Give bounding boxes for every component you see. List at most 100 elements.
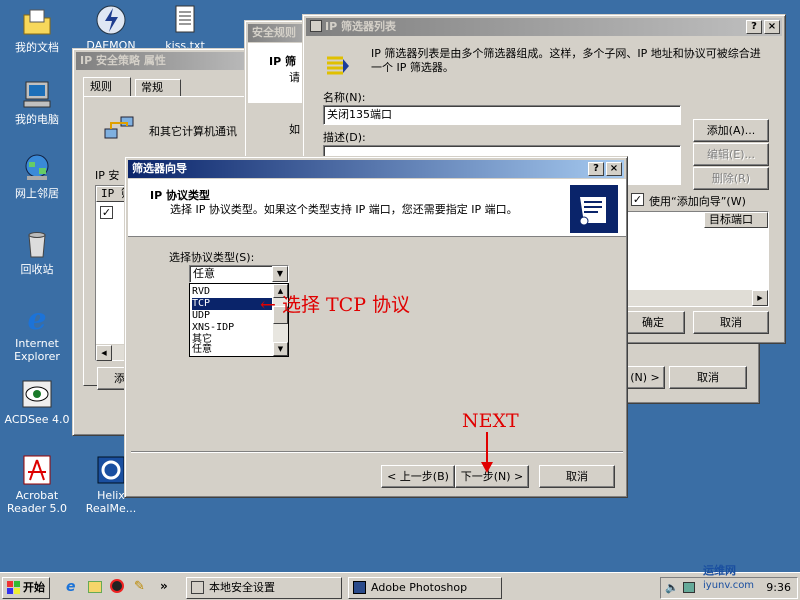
hidden-next-button[interactable]: (N) > bbox=[625, 366, 665, 389]
desktop-icon-ie[interactable]: e Internet Explorer bbox=[0, 302, 74, 363]
filter-wizard-window: 筛选器向导 ? × IP 协议类型 选择 IP 协议类型。如果这个类型支持 IP… bbox=[124, 156, 628, 498]
scroll-down-icon[interactable]: ▼ bbox=[273, 342, 288, 356]
task-label: 本地安全设置 bbox=[209, 581, 275, 594]
protocol-type-label: 选择协议类型(S): bbox=[169, 251, 255, 264]
policy-description: 和其它计算机通讯 bbox=[149, 125, 237, 138]
protocol-option[interactable]: XNS-IDP bbox=[192, 322, 272, 334]
watermark-url: iyunv.com bbox=[703, 580, 755, 591]
filter-list-description: IP 筛选器列表是由多个筛选器组成。这样，多个子网、IP 地址和协议可被综合进一… bbox=[371, 47, 761, 74]
security-settings-icon bbox=[191, 581, 204, 594]
desktop-icon-my-computer[interactable]: 我的电脑 bbox=[0, 78, 74, 126]
wizard-separator bbox=[131, 451, 623, 453]
filter-list-help-button[interactable]: ? bbox=[746, 20, 762, 34]
filter-add-button[interactable]: 添加(A)... bbox=[693, 119, 769, 142]
task-photoshop[interactable]: Adobe Photoshop bbox=[348, 577, 502, 599]
acrobat-icon bbox=[23, 455, 51, 485]
next-annotation: NEXT bbox=[462, 410, 519, 432]
protocol-selected-value: 任意 bbox=[193, 267, 215, 280]
description-label: 描述(D): bbox=[323, 131, 366, 144]
pencil-quicklaunch-icon[interactable]: ✎ bbox=[134, 579, 145, 594]
desktop-icon-label: ACDSee 4.0 bbox=[4, 413, 70, 426]
network-tray-icon[interactable] bbox=[683, 582, 695, 593]
filter-list-cancel-button[interactable]: 取消 bbox=[693, 311, 769, 334]
windows-logo-icon bbox=[7, 581, 20, 594]
desktop-icon-label: Internet Explorer bbox=[14, 337, 60, 363]
start-label: 开始 bbox=[23, 581, 45, 594]
wizard-scroll-icon bbox=[570, 185, 618, 233]
taskbar: 开始 e ✎ » 本地安全设置 Adobe Photoshop 🔈 运维网 iy… bbox=[0, 564, 800, 600]
desktop-icon-kiss-txt[interactable]: kiss.txt bbox=[148, 4, 222, 52]
wizard-back-button[interactable]: < 上一步(B) bbox=[381, 465, 455, 488]
wizard-titlebar: 筛选器向导 ? × bbox=[128, 160, 624, 178]
network-places-icon bbox=[25, 154, 49, 180]
my-computer-icon bbox=[23, 81, 51, 108]
filter-edit-button[interactable]: 编辑(E)... bbox=[693, 143, 769, 166]
policy-list-label: IP 安 bbox=[95, 169, 120, 182]
watermark-text: 运维网 bbox=[703, 564, 736, 577]
target-port-column: 目标端口 bbox=[704, 212, 768, 228]
desktop-icon-label: 我的电脑 bbox=[15, 113, 59, 126]
filter-table-hscroll[interactable]: ▶ bbox=[624, 290, 768, 306]
wizard-header-title: IP 协议类型 bbox=[150, 189, 210, 202]
window-icon bbox=[310, 20, 322, 32]
volume-icon[interactable]: 🔈 bbox=[665, 581, 679, 594]
desktop-icon-acdsee[interactable]: ACDSee 4.0 bbox=[0, 378, 74, 426]
desktop-icon-label: 回收站 bbox=[20, 263, 54, 276]
task-label: Adobe Photoshop bbox=[371, 581, 468, 594]
security-rule-line: 请 bbox=[289, 71, 300, 84]
desktop-icon-label: 我的文档 bbox=[15, 41, 59, 54]
tab-general[interactable]: 常规 bbox=[135, 79, 181, 97]
desktop-icon-label: Acrobat Reader 5.0 bbox=[7, 489, 67, 515]
desktop-icon-my-documents[interactable]: 我的文档 bbox=[0, 6, 74, 54]
helix-real-icon bbox=[97, 456, 125, 484]
policy-rule-checkbox[interactable]: ✓ bbox=[100, 206, 113, 219]
filter-delete-button[interactable]: 删除(R) bbox=[693, 167, 769, 190]
filter-list-ok-button[interactable]: 确定 bbox=[621, 311, 685, 334]
next-arrow-icon bbox=[481, 432, 493, 473]
tcp-annotation: ← 选择 TCP 协议 bbox=[260, 294, 411, 316]
acdsee-icon bbox=[22, 380, 52, 408]
security-rule-line2: 如 bbox=[289, 123, 300, 136]
quicklaunch: e ✎ » bbox=[62, 579, 182, 597]
hidden-cancel-button[interactable]: 取消 bbox=[669, 366, 747, 389]
scroll-left-icon: ◀ bbox=[96, 345, 112, 361]
internet-explorer-icon: e bbox=[27, 302, 46, 334]
daemon-tools-icon bbox=[96, 5, 126, 35]
policy-window-title: IP 安全策略 属性 bbox=[76, 52, 268, 70]
scroll-right-icon: ▶ bbox=[752, 290, 768, 306]
wizard-close-button[interactable]: × bbox=[606, 162, 622, 176]
photoshop-icon bbox=[353, 581, 366, 594]
wizard-help-button[interactable]: ? bbox=[588, 162, 604, 176]
task-local-security[interactable]: 本地安全设置 bbox=[186, 577, 342, 599]
ie-quicklaunch-icon[interactable]: e bbox=[66, 579, 76, 595]
recycle-bin-icon bbox=[28, 232, 46, 258]
filter-table: 目标端口 ▶ bbox=[623, 211, 769, 307]
protocol-type-select[interactable]: 任意 ▼ bbox=[189, 265, 289, 283]
use-wizard-checkbox[interactable]: ✓ bbox=[631, 193, 644, 206]
wizard-title: 筛选器向导 bbox=[132, 162, 187, 175]
desktop-icon-acrobat[interactable]: Acrobat Reader 5.0 bbox=[0, 454, 74, 515]
protocol-option[interactable]: 任意 bbox=[192, 344, 272, 356]
desktop-icon-recycle-bin[interactable]: 回收站 bbox=[0, 228, 74, 276]
tab-rules[interactable]: 规则 bbox=[83, 77, 131, 97]
filter-list-title: IP 筛选器列表 bbox=[325, 20, 396, 33]
desktop-icon-label: 网上邻居 bbox=[15, 187, 59, 200]
wizard-cancel-button[interactable]: 取消 bbox=[539, 465, 615, 488]
filter-list-titlebar: IP 筛选器列表 ? × bbox=[306, 18, 782, 36]
desktop-quicklaunch-icon[interactable] bbox=[88, 581, 102, 593]
filter-funnel-icon bbox=[327, 56, 349, 75]
system-tray: 🔈 运维网 iyunv.com 9:36 bbox=[660, 564, 798, 599]
wizard-header-desc: 选择 IP 协议类型。如果这个类型支持 IP 端口，您还需要指定 IP 端口。 bbox=[170, 203, 518, 216]
filter-list-close-button[interactable]: × bbox=[764, 20, 780, 34]
name-label: 名称(N): bbox=[323, 91, 366, 104]
qq-quicklaunch-icon[interactable] bbox=[110, 579, 124, 593]
name-field[interactable]: 关闭135端口 bbox=[323, 105, 681, 125]
dropdown-arrow-icon[interactable]: ▼ bbox=[272, 266, 288, 282]
security-rule-heading: IP 筛 bbox=[269, 55, 296, 68]
desktop-icon-network[interactable]: 网上邻居 bbox=[0, 152, 74, 200]
more-quicklaunch-icon[interactable]: » bbox=[160, 579, 168, 593]
network-computers-icon bbox=[104, 116, 134, 139]
wizard-header: IP 协议类型 选择 IP 协议类型。如果这个类型支持 IP 端口，您还需要指定… bbox=[128, 179, 626, 237]
start-button[interactable]: 开始 bbox=[2, 577, 50, 599]
folder-documents-icon bbox=[23, 9, 51, 35]
